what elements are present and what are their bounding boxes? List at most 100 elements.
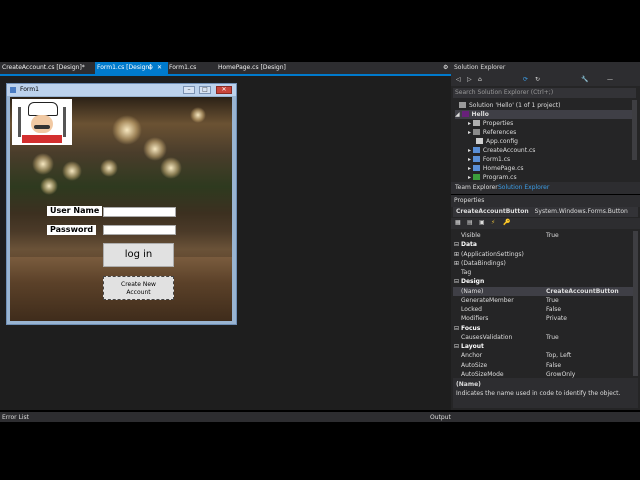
property-value[interactable]: CreateAccountButton (546, 287, 619, 296)
form-file-icon (472, 156, 480, 162)
tab-label: Form1.cs [Design] (97, 64, 152, 71)
tab-team-explorer[interactable]: Team Explorer (455, 184, 498, 191)
tab-label: HomePage.cs [Design] (218, 64, 286, 71)
solution-icon (459, 102, 466, 108)
categorized-icon[interactable]: ▦ (455, 219, 461, 226)
tree-label: Properties (482, 120, 514, 127)
property-row[interactable]: ⊞ (DataBindings) (453, 259, 638, 268)
tree-homepage[interactable]: ▸ HomePage.cs (468, 164, 524, 173)
form-window[interactable]: Form1 – □ ✕ User Name Password log in Cr… (6, 83, 237, 325)
property-key: CausesValidation (461, 333, 513, 341)
username-label: User Name (47, 206, 103, 216)
tree-project[interactable]: ◢ Hello (455, 110, 635, 119)
tab-createaccount-design[interactable]: CreateAccount.cs [Design]* (0, 62, 87, 74)
property-row[interactable]: ⊞ (ApplicationSettings) (453, 250, 638, 259)
property-row[interactable]: GenerateMember True (453, 296, 638, 305)
document-tab-strip: CreateAccount.cs [Design]* Form1.cs [Des… (0, 62, 451, 76)
property-key: Design (461, 278, 485, 286)
property-row[interactable]: Tag (453, 268, 638, 277)
property-row[interactable]: Locked False (453, 305, 638, 314)
close-icon[interactable]: ✕ (157, 62, 162, 74)
properties-icon[interactable]: ▣ (479, 219, 485, 226)
properties-toolbar: ▦ ▤ ▣ ⚡ 🔑 (451, 218, 640, 229)
collapse-icon[interactable]: ⊟ (454, 324, 459, 333)
collapse-icon[interactable]: ⊟ (454, 342, 459, 351)
tree-references[interactable]: ▸ References (468, 128, 516, 137)
form-icon (10, 87, 16, 93)
scrollbar[interactable] (633, 231, 638, 376)
tab-solution-explorer[interactable]: Solution Explorer (498, 184, 549, 191)
form-client-area: User Name Password log in Create New Acc… (10, 97, 232, 321)
chef-logo-icon (12, 99, 72, 145)
property-key: Modifiers (461, 315, 489, 323)
property-row[interactable]: AutoSize False (453, 361, 638, 370)
object-selector[interactable]: CreateAccountButton System.Windows.Forms… (453, 207, 638, 217)
property-category[interactable]: ⊟ Layout (453, 342, 638, 351)
property-key: Anchor (461, 352, 483, 360)
tree-program[interactable]: ▸ Program.cs (468, 173, 517, 182)
property-category[interactable]: ⊟ Data (453, 240, 638, 249)
solution-explorer-toolbar: ◁ ▷ ⌂ ⟳ ↻ 🔧 — (451, 74, 640, 86)
property-value[interactable]: True (546, 231, 559, 240)
close-icon[interactable]: ✕ (216, 86, 232, 94)
error-list-tab[interactable]: Error List (2, 414, 29, 421)
username-input[interactable] (103, 207, 176, 217)
description-text: Indicates the name used in code to ident… (456, 390, 621, 397)
collapse-icon[interactable]: ⊟ (454, 240, 459, 249)
form-file-icon (472, 165, 480, 171)
property-pages-icon[interactable]: 🔑 (503, 219, 510, 226)
password-input[interactable] (103, 225, 176, 235)
expand-icon[interactable]: ⊞ (454, 259, 459, 268)
property-row[interactable]: Visible True (453, 231, 638, 240)
create-account-line1: Create New (121, 281, 156, 288)
output-tab[interactable]: Output (430, 414, 451, 421)
property-row[interactable]: CausesValidation True (453, 333, 638, 342)
property-value[interactable]: Private (546, 314, 567, 323)
alphabetical-icon[interactable]: ▤ (467, 219, 473, 226)
property-category[interactable]: ⊟ Focus (453, 324, 638, 333)
solution-search-input[interactable]: Search Solution Explorer (Ctrl+;) (453, 88, 636, 98)
minus-icon[interactable]: — (607, 76, 613, 83)
property-value[interactable]: Top, Left (546, 351, 571, 360)
wrench-icon[interactable]: 🔧 (581, 76, 588, 83)
config-file-icon (476, 138, 483, 144)
property-row[interactable]: Modifiers Private (453, 314, 638, 323)
tab-form1-design[interactable]: Form1.cs [Design] ⊕ ✕ (95, 62, 168, 74)
property-value[interactable]: True (546, 296, 559, 305)
property-row[interactable]: (Name) CreateAccountButton (453, 286, 638, 296)
create-account-button[interactable]: Create New Account (103, 276, 174, 300)
property-value[interactable]: False (546, 361, 561, 370)
scrollbar[interactable] (632, 100, 637, 160)
property-value[interactable]: False (546, 305, 561, 314)
form-file-icon (472, 147, 480, 153)
sync-icon[interactable]: ⟳ (523, 76, 528, 83)
gear-icon[interactable]: ⚙ (441, 62, 450, 74)
tree-app-config[interactable]: App.config (476, 137, 518, 146)
property-key: Visible (461, 232, 481, 239)
properties-panel: Properties CreateAccountButton System.Wi… (451, 195, 640, 410)
login-button[interactable]: log in (103, 243, 174, 267)
pin-icon[interactable]: ⊕ (148, 62, 153, 74)
property-key: AutoSize (461, 361, 488, 369)
property-category[interactable]: ⊟ Design (453, 277, 638, 286)
tab-homepage-design[interactable]: HomePage.cs [Design] (216, 62, 288, 74)
events-icon[interactable]: ⚡ (491, 219, 495, 226)
project-icon (461, 111, 469, 117)
collapse-icon[interactable]: ⊟ (454, 277, 459, 286)
back-icon[interactable]: ◁ (456, 76, 461, 83)
tab-form1-code[interactable]: Form1.cs (167, 62, 198, 74)
property-row[interactable]: Anchor Top, Left (453, 351, 638, 360)
tree-createaccount[interactable]: ▸ CreateAccount.cs (468, 146, 535, 155)
references-icon (472, 129, 480, 135)
tree-solution[interactable]: Solution 'Hello' (1 of 1 project) (459, 101, 560, 110)
expand-icon[interactable]: ⊞ (454, 250, 459, 259)
tree-label: Hello (471, 111, 489, 118)
home-icon[interactable]: ⌂ (478, 76, 482, 83)
tree-properties[interactable]: ▸ Properties (468, 119, 513, 128)
refresh-icon[interactable]: ↻ (535, 76, 540, 83)
maximize-icon[interactable]: □ (199, 86, 211, 94)
tree-form1[interactable]: ▸ Form1.cs (468, 155, 510, 164)
forward-icon[interactable]: ▷ (467, 76, 472, 83)
property-value[interactable]: True (546, 333, 559, 342)
minimize-icon[interactable]: – (183, 86, 195, 94)
